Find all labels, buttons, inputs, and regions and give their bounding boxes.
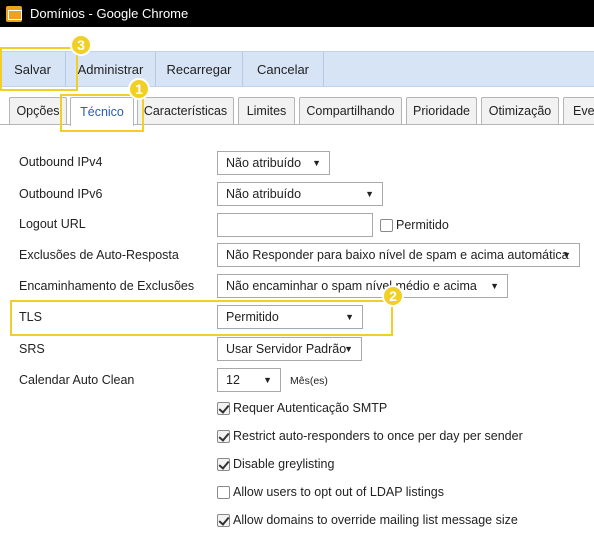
forward-exclusions-label: Encaminhamento de Exclusões <box>19 279 195 293</box>
tab-priority[interactable]: Prioridade <box>406 97 477 124</box>
tls-select[interactable]: Permitido ▼ <box>217 305 363 329</box>
chevron-down-icon: ▼ <box>490 281 499 291</box>
tab-optimization[interactable]: Otimização <box>481 97 559 124</box>
ldap-opt-out-checkbox[interactable] <box>217 486 230 499</box>
srs-value: Usar Servidor Padrão <box>226 342 347 356</box>
autoresponse-exclusions-value: Não Responder para baixo nível de spam e… <box>226 248 569 262</box>
ldap-opt-out-label: Allow users to opt out of LDAP listings <box>233 485 444 499</box>
ipv6-value: Não atribuído <box>226 187 302 201</box>
tab-sharing[interactable]: Compartilhando <box>299 97 402 124</box>
logout-url-input[interactable] <box>217 213 373 237</box>
cancel-button[interactable]: Cancelar <box>243 52 324 86</box>
override-list-size-label: Allow domains to override mailing list m… <box>233 513 518 527</box>
override-list-size-checkbox[interactable] <box>217 514 230 527</box>
reload-button[interactable]: Recarregar <box>156 52 243 86</box>
restrict-autoresponders-checkbox[interactable] <box>217 430 230 443</box>
chevron-down-icon: ▼ <box>345 312 354 322</box>
chevron-down-icon: ▼ <box>312 158 321 168</box>
chevron-down-icon: ▼ <box>344 344 353 354</box>
chevron-down-icon: ▼ <box>263 375 272 385</box>
tab-strip: Opções Técnico Características Limites C… <box>0 97 594 126</box>
calendar-auto-clean-select[interactable]: 12 ▼ <box>217 368 281 392</box>
action-toolbar: Salvar Administrar Recarregar Cancelar <box>0 51 594 87</box>
disable-greylisting-checkbox[interactable] <box>217 458 230 471</box>
chevron-down-icon: ▼ <box>562 250 571 260</box>
srs-select[interactable]: Usar Servidor Padrão ▼ <box>217 337 362 361</box>
autoresponse-exclusions-select[interactable]: Não Responder para baixo nível de spam e… <box>217 243 580 267</box>
calendar-auto-clean-label: Calendar Auto Clean <box>19 373 135 387</box>
srs-label: SRS <box>19 342 45 356</box>
annotation-badge-3: 3 <box>70 34 92 56</box>
ipv6-label: Outbound IPv6 <box>19 187 103 201</box>
forward-exclusions-select[interactable]: Não encaminhar o spam nível médio e acim… <box>217 274 508 298</box>
forward-exclusions-value: Não encaminhar o spam nível médio e acim… <box>226 279 477 293</box>
tab-features[interactable]: Características <box>137 97 234 124</box>
tls-label: TLS <box>19 310 42 324</box>
restrict-autoresponders-label: Restrict auto-responders to once per day… <box>233 429 523 443</box>
window-titlebar: Domínios - Google Chrome <box>0 0 594 27</box>
ipv4-label: Outbound IPv4 <box>19 155 103 169</box>
tab-limits[interactable]: Limites <box>238 97 295 124</box>
window-title: Domínios - Google Chrome <box>30 6 189 21</box>
chevron-down-icon: ▼ <box>365 189 374 199</box>
mail-icon <box>6 5 22 22</box>
calendar-auto-clean-unit: Mês(es) <box>290 375 328 387</box>
ipv6-select[interactable]: Não atribuído ▼ <box>217 182 383 206</box>
smtp-auth-checkbox[interactable] <box>217 402 230 415</box>
annotation-badge-1: 1 <box>128 78 150 100</box>
logout-allowed-label: Permitido <box>396 218 449 232</box>
ipv4-select[interactable]: Não atribuído ▼ <box>217 151 330 175</box>
disable-greylisting-label: Disable greylisting <box>233 457 335 471</box>
tls-value: Permitido <box>226 310 279 324</box>
save-button[interactable]: Salvar <box>0 52 66 86</box>
logout-url-label: Logout URL <box>19 217 86 231</box>
smtp-auth-label: Requer Autenticação SMTP <box>233 401 388 415</box>
tab-technical[interactable]: Técnico <box>70 97 134 126</box>
tab-events[interactable]: Eve <box>563 97 594 124</box>
logout-allowed-checkbox[interactable] <box>380 219 393 232</box>
annotation-badge-2: 2 <box>382 285 404 307</box>
ipv4-value: Não atribuído <box>226 156 302 170</box>
tab-options[interactable]: Opções <box>9 97 67 124</box>
autoresponse-exclusions-label: Exclusões de Auto-Resposta <box>19 248 179 262</box>
calendar-auto-clean-value: 12 <box>226 373 240 387</box>
